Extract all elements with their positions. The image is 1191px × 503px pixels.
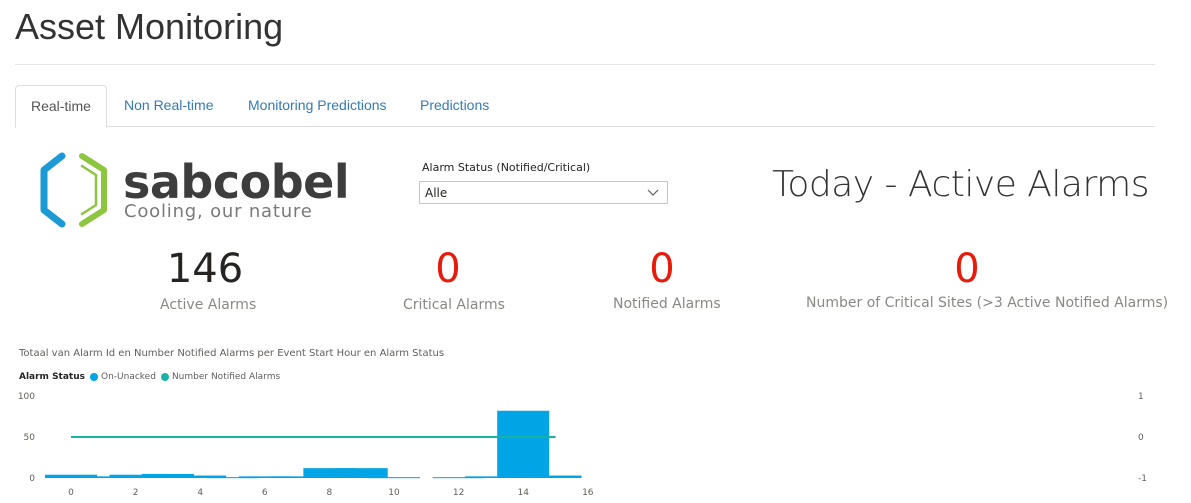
bar-on-unacked [497,410,550,478]
y-right-tick-label: 0 [1138,433,1144,443]
alarm-status-selected-value: Alle [425,186,448,200]
x-tick-label: 0 [68,488,74,498]
legend-item-on-unacked[interactable]: On-Unacked [90,372,156,382]
bar-on-unacked [335,468,388,478]
kpi-critical-sites-value: 0 [954,246,980,292]
x-tick-label: 6 [262,488,268,498]
bar-on-unacked [529,475,582,478]
x-tick-label: 8 [327,488,333,498]
alarm-status-dropdown[interactable]: Alle [419,181,668,204]
x-tick-label: 4 [197,488,203,498]
kpi-critical-alarms-value: 0 [435,246,461,292]
chart-title: Totaal van Alarm Id en Number Notified A… [19,348,445,359]
y-right-tick-label: -1 [1138,474,1147,484]
kpi-critical-alarms-label: Critical Alarms [403,297,505,313]
legend-item-notified[interactable]: Number Notified Alarms [160,372,281,382]
kpi-critical-sites-label: Number of Critical Sites (>3 Active Noti… [806,295,1169,311]
y-right-tick-label: 1 [1138,392,1144,402]
alarm-status-filter-label: Alarm Status (Notified/Critical) [422,161,591,174]
kpi-active-alarms-value: 146 [166,246,244,292]
tab-predictions[interactable]: Predictions [405,85,504,127]
legend-label-notified: Number Notified Alarms [171,372,281,382]
kpi-notified-alarms-label: Notified Alarms [613,296,721,312]
chart-legend: Alarm Status On-Unacked Number Notified … [19,372,285,382]
tab-bar: Real-time Non Real-time Monitoring Predi… [15,85,1155,128]
x-tick-label: 2 [133,488,139,498]
today-active-alarms-title: Today - Active Alarms [772,164,1149,205]
chevron-down-icon [647,189,659,196]
legend-dot-on-unacked [90,373,98,381]
bar-on-unacked [368,477,420,479]
x-tick-label: 12 [453,488,464,498]
legend-title: Alarm Status [19,372,85,382]
page-title: Asset Monitoring [15,6,284,47]
x-tick-label: 10 [388,488,400,498]
tab-non-real-time[interactable]: Non Real-time [109,85,228,127]
y-left-tick-label: 50 [24,433,36,443]
tab-real-time[interactable]: Real-time [15,85,107,128]
x-tick-label: 16 [582,488,594,498]
legend-label-on-unacked: On-Unacked [101,372,156,382]
title-divider [15,64,1155,65]
tab-monitoring-predictions[interactable]: Monitoring Predictions [233,85,402,127]
kpi-notified-alarms-value: 0 [649,246,675,292]
alarms-by-hour-chart: 10050010-10 2 4 6 8 10 12 14 16 [18,392,1147,498]
y-left-tick-label: 100 [18,392,35,402]
x-tick-label: 14 [517,488,529,498]
y-left-tick-label: 0 [29,474,35,484]
logo-tagline: Cooling, our nature [124,201,313,222]
kpi-active-alarms-label: Active Alarms [160,297,257,313]
legend-dot-notified [160,373,169,381]
